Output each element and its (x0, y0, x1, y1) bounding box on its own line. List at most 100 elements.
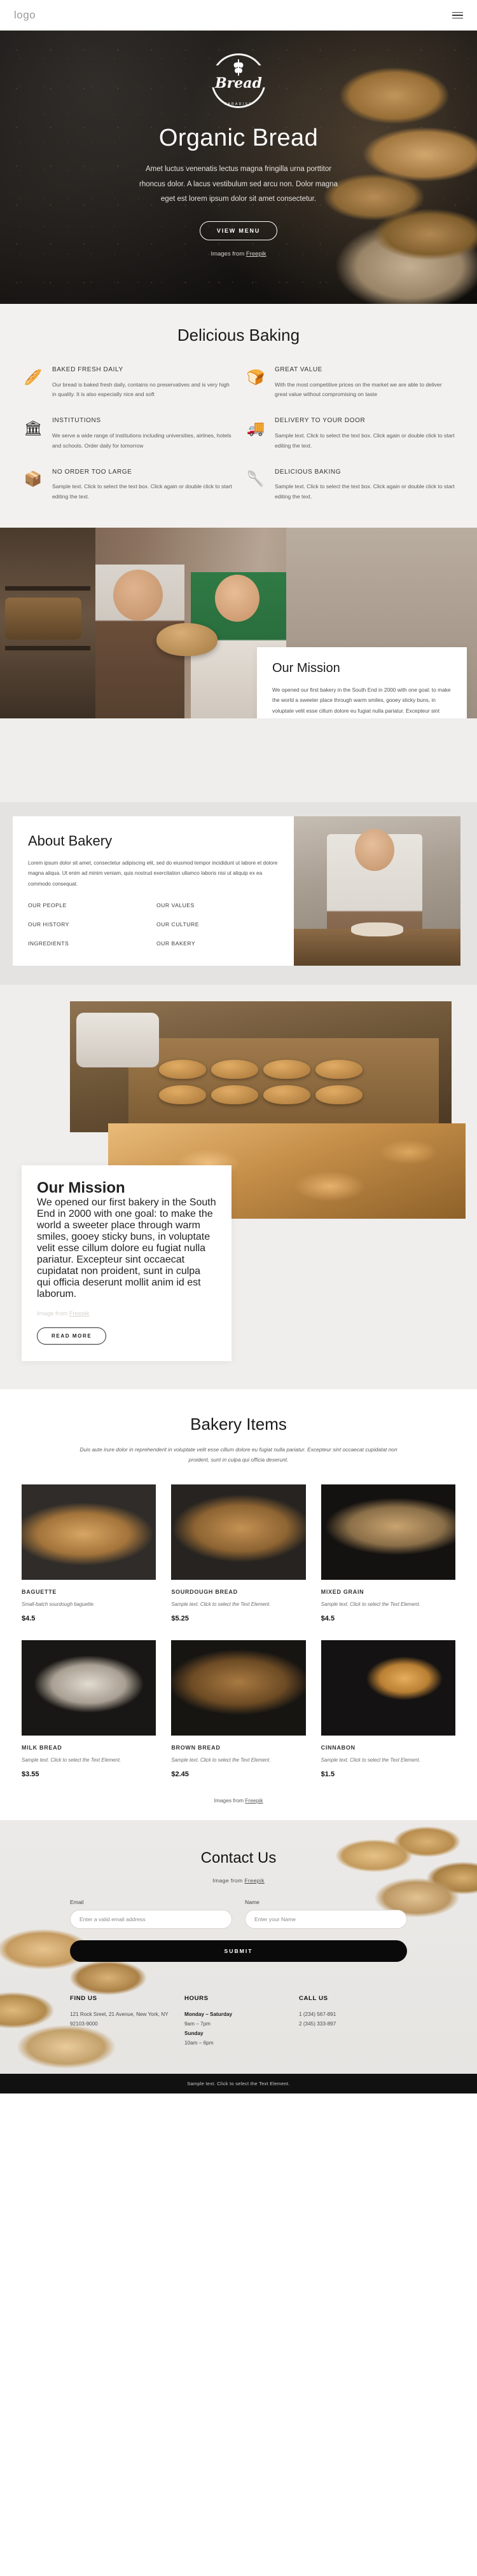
product-description: Sample text. Click to select the Text El… (22, 1757, 121, 1763)
about-baker-photo (294, 816, 460, 966)
brand-emblem: Bread PARADISE (211, 53, 266, 108)
mission-spacer (0, 718, 477, 802)
product-image (171, 1484, 306, 1580)
product-card[interactable]: MIXED GRAIN Sample text. Click to select… (321, 1484, 455, 1622)
items-image-credit: Images from Freepik (0, 1797, 477, 1804)
product-name: MIXED GRAIN (321, 1588, 364, 1595)
product-price: $4.5 (22, 1614, 36, 1622)
footer-hours: HOURS Monday – Saturday 9am – 7pm Sunday… (184, 1995, 293, 2048)
product-description: Small-batch sourdough baguette. (22, 1601, 95, 1607)
croissant-tray-photo (70, 1001, 452, 1133)
product-card[interactable]: MILK BREAD Sample text. Click to select … (22, 1640, 156, 1778)
phone-number-2[interactable]: 2 (345) 333-897 (299, 2019, 407, 2029)
mission2-credit-link[interactable]: Freepik (69, 1310, 90, 1317)
contact-image-credit: Image from Freepik (0, 1877, 477, 1884)
find-us-title: FIND US (70, 1994, 97, 2002)
contact-credit-prefix: Image from (212, 1877, 245, 1884)
call-us-title: CALL US (299, 1994, 328, 2002)
read-more-button-secondary[interactable]: READ MORE (37, 1327, 107, 1345)
feature-title: GREAT VALUE (275, 366, 322, 373)
hero-section: Bread PARADISE Organic Bread Amet luctus… (0, 31, 477, 304)
mission2-image-credit: Image from Freepik (37, 1310, 216, 1317)
feature-card: 🥖 BAKED FRESH DAILY Our bread is baked f… (22, 366, 233, 400)
product-description: Sample text. Click to select the Text El… (171, 1601, 271, 1607)
bakery-items-section: Bakery Items Duis aute irure dolor in re… (0, 1389, 477, 1820)
mission-photo-section: Our Mission We opened our first bakery i… (0, 527, 477, 718)
product-image (22, 1640, 156, 1736)
product-description: Sample text. Click to select the Text El… (171, 1757, 271, 1763)
email-input[interactable] (70, 1909, 232, 1929)
product-price: $1.5 (321, 1770, 335, 1778)
mission-paragraph: We opened our first bakery in the South … (272, 686, 451, 718)
mission-card: Our Mission We opened our first bakery i… (257, 647, 467, 718)
feature-card: 🚚 DELIVERY TO YOUR DOOR Sample text. Cli… (244, 416, 455, 451)
hours-sunday-label: Sunday (184, 2031, 204, 2037)
feature-card: 📦 NO ORDER TOO LARGE Sample text. Click … (22, 468, 233, 502)
feature-card: 🍞 GREAT VALUE With the most competitive … (244, 366, 455, 400)
product-image (171, 1640, 306, 1736)
features-section: Delicious Baking 🥖 BAKED FRESH DAILY Our… (0, 304, 477, 528)
items-credit-prefix: Images from (214, 1797, 245, 1804)
items-credit-link[interactable]: Freepik (245, 1797, 263, 1804)
about-card: About Bakery Lorem ipsum dolor sit amet,… (13, 816, 460, 966)
contact-section: Contact Us Image from Freepik Email Name… (0, 1819, 477, 2093)
product-card[interactable]: SOURDOUGH BREAD Sample text. Click to se… (171, 1484, 306, 1622)
about-link-our-history[interactable]: OUR HISTORY (28, 921, 150, 928)
hero-paragraph: Amet luctus venenatis lectus magna fring… (139, 165, 338, 203)
feature-card: 🏛 INSTITUTIONS We serve a wide range of … (22, 416, 233, 451)
delivery-truck-icon: 🚚 (246, 419, 265, 436)
email-label: Email (70, 1898, 84, 1905)
mission2-paragraph: We opened our first bakery in the South … (37, 1197, 216, 1300)
product-card[interactable]: BAGUETTE Small-batch sourdough baguette.… (22, 1484, 156, 1622)
product-image (22, 1484, 156, 1580)
contact-credit-link[interactable]: Freepik (244, 1877, 264, 1884)
product-description: Sample text. Click to select the Text El… (321, 1601, 420, 1607)
name-field-group: Name (245, 1899, 407, 1929)
product-name: SOURDOUGH BREAD (171, 1588, 238, 1595)
navbar: logo (0, 0, 477, 31)
hours-sunday-value: 10am – 6pm (184, 2040, 214, 2046)
about-link-our-values[interactable]: OUR VALUES (156, 902, 279, 908)
hero-title: Organic Bread (158, 125, 319, 151)
about-link-our-people[interactable]: OUR PEOPLE (28, 902, 150, 908)
phone-number-1[interactable]: 1 (234) 567-891 (299, 2010, 407, 2019)
about-link-our-bakery[interactable]: OUR BAKERY (156, 940, 279, 947)
about-heading: About Bakery (28, 832, 113, 849)
product-card[interactable]: BROWN BREAD Sample text. Click to select… (171, 1640, 306, 1778)
page-root: logo Bread PARADISE Organic Bread Amet l… (0, 0, 477, 2093)
whisk-rolling-pin-icon: 🥄 (246, 470, 265, 488)
view-menu-button[interactable]: VIEW MENU (199, 221, 278, 240)
mission2-heading: Our Mission (37, 1179, 125, 1197)
about-link-our-culture[interactable]: OUR CULTURE (156, 921, 279, 928)
footer-columns: FIND US 121 Rock Sreet, 21 Avenue, New Y… (0, 1962, 477, 2048)
hamburger-menu-icon[interactable] (452, 11, 463, 19)
feature-text: With the most competitive prices on the … (275, 381, 442, 398)
feature-card: 🥄 DELICIOUS BAKING Sample text. Click to… (244, 468, 455, 502)
hero-image-credit: Images from Freepik (0, 250, 477, 257)
product-price: $3.55 (22, 1770, 39, 1778)
institution-building-icon: 🏛 (24, 419, 43, 436)
items-grid: BAGUETTE Small-batch sourdough baguette.… (0, 1484, 477, 1778)
product-card[interactable]: CINNABON Sample text. Click to select th… (321, 1640, 455, 1778)
site-logo[interactable]: logo (14, 9, 36, 22)
mission-card-secondary: Our Mission We opened our first bakery i… (22, 1165, 232, 1362)
bread-loaves-icon: 🥖 (24, 368, 43, 385)
product-name: MILK BREAD (22, 1744, 62, 1751)
items-heading: Bakery Items (190, 1415, 287, 1434)
mission-heading: Our Mission (272, 661, 340, 675)
product-image (321, 1484, 455, 1580)
find-us-address: 121 Rock Sreet, 21 Avenue, New York, NY … (70, 2011, 169, 2027)
submit-button[interactable]: SUBMIT (70, 1940, 407, 1962)
hours-weekday-value: 9am – 7pm (184, 2021, 211, 2027)
package-box-icon: 📦 (24, 470, 43, 488)
feature-title: DELICIOUS BAKING (275, 468, 342, 476)
name-input[interactable] (245, 1909, 407, 1929)
features-grid: 🥖 BAKED FRESH DAILY Our bread is baked f… (0, 366, 477, 502)
feature-text: Sample text. Click to select the text bo… (52, 483, 232, 500)
hero-credit-prefix: Images from (211, 250, 246, 257)
hero-credit-link[interactable]: Freepik (246, 250, 266, 257)
about-link-ingredients[interactable]: INGREDIENTS (28, 940, 150, 947)
feature-text: We serve a wide range of institutions in… (52, 432, 232, 449)
footer-find-us: FIND US 121 Rock Sreet, 21 Avenue, New Y… (70, 1995, 178, 2048)
mission2-credit-prefix: Image from (37, 1310, 69, 1318)
